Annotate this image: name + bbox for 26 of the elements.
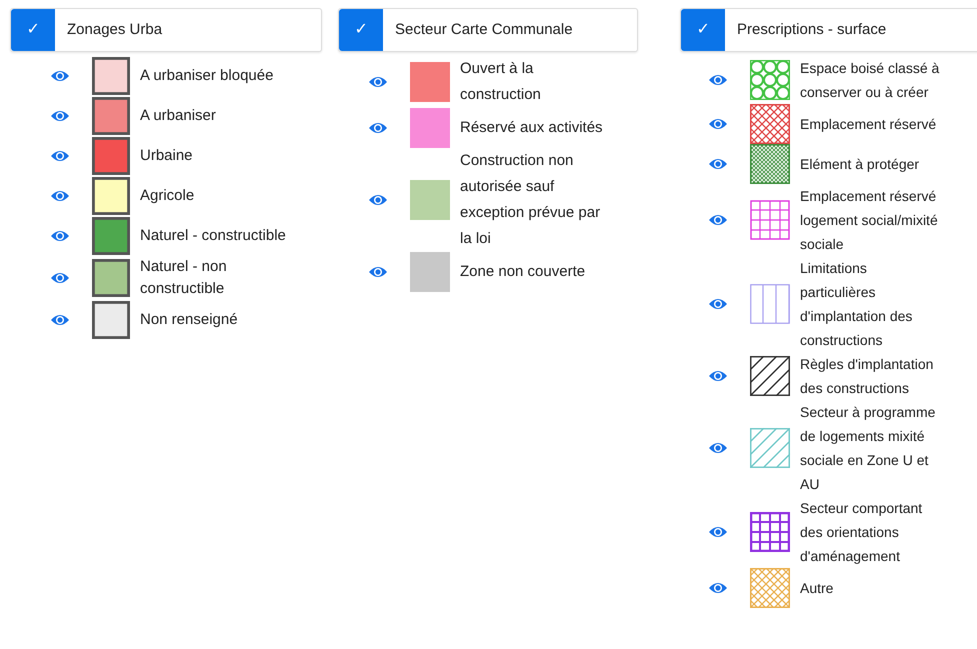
legend-label: Construction non autorisée sauf exception prévue par la loi [459,151,602,249]
checkbox[interactable]: ✓ [11,9,55,51]
legend-label: Emplacement réservé logement social/mixité sociale [799,187,939,254]
legend-label: Zone non couverte [459,262,586,282]
legend-label: Emplacement réservé [799,115,938,134]
checkbox[interactable]: ✓ [339,9,383,51]
legend-label: Non renseigné [139,310,239,330]
legend-label: Naturel - constructible [139,226,287,246]
layer-title: Zonages Urba [66,20,162,40]
legend-label: Espace boisé classé à conserver ou à créer [799,59,940,102]
legend-label: Secteur à programme de logements mixité sociale en Zone U et AU [799,403,936,494]
layer-title: Secteur Carte Communale [394,20,573,40]
legend-label: Autre [799,579,834,598]
legend-label: A urbaniser [139,106,217,126]
checkbox[interactable]: ✓ [681,9,725,51]
legend-label: Limitations particulières d'implantation des constructions [799,259,914,350]
legend-label: Ouvert à la construction [459,59,542,105]
legend-label: Règles d'implantation des constructions [799,355,934,398]
legend-label: Secteur comportant des orientations d'aménagement [799,499,924,566]
legend-label: Agricole [139,186,196,206]
legend-label: Naturel - non constructible [139,257,228,299]
legend-label: Réservé aux activités [459,118,604,138]
layer-title: Prescriptions - surface [736,20,886,40]
legend-label: Urbaine [139,146,194,166]
legend-label: Elément à protéger [799,155,920,174]
legend-label: A urbaniser bloquée [139,66,274,86]
